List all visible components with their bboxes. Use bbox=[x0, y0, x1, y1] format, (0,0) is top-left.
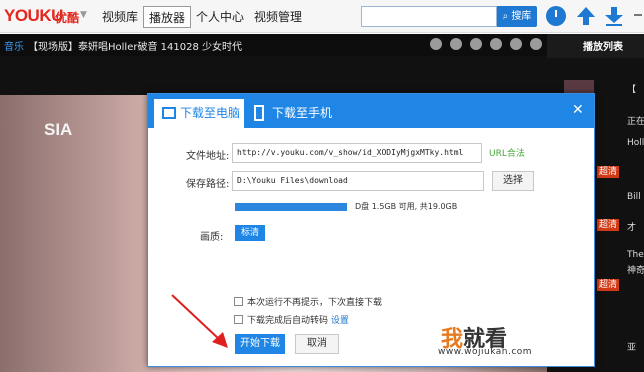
save-path-field[interactable]: D:\Youku Files\download bbox=[232, 171, 484, 191]
auto-transcode-label: 下载完成后自动转码 设置 bbox=[247, 313, 349, 326]
logo-dropdown-icon[interactable]: ▼ bbox=[80, 10, 87, 20]
video-title: 【现场版】泰妍唱Holler破音 141028 少女时代 bbox=[28, 42, 242, 53]
nav-player[interactable]: 播放器 bbox=[143, 6, 192, 28]
cancel-button[interactable]: 取消 bbox=[295, 334, 339, 354]
share-icon[interactable] bbox=[470, 38, 482, 50]
url-status: URL合法 bbox=[489, 149, 525, 159]
start-download-button[interactable]: 开始下载 bbox=[235, 334, 285, 354]
minimize-icon[interactable] bbox=[634, 14, 642, 16]
phone-icon bbox=[254, 105, 264, 121]
search-icon: ⌕ bbox=[502, 11, 509, 22]
upload-icon[interactable] bbox=[576, 6, 596, 26]
close-icon[interactable]: ✕ bbox=[572, 102, 584, 118]
youku-app: YOUKU 优酷 ▼ 视频库 播放器 个人中心 视频管理 ⌕ 搜库 音乐 【现场… bbox=[0, 0, 644, 372]
playlist-item-text: The bbox=[627, 250, 644, 260]
playlist-item-text: 正在 bbox=[627, 117, 644, 127]
youku-logo-cn: 优酷 bbox=[55, 11, 80, 25]
fullscreen-icon[interactable] bbox=[510, 38, 522, 50]
path-label: 保存路径: bbox=[186, 179, 230, 190]
hd-badge: 超清 bbox=[597, 166, 620, 178]
nav-video-management[interactable]: 视频管理 bbox=[249, 6, 307, 28]
tab-download-to-pc-label: 下载至电脑 bbox=[180, 106, 241, 120]
hd-badge: 超清 bbox=[597, 219, 620, 231]
search-input[interactable] bbox=[361, 6, 497, 27]
monitor-icon bbox=[162, 107, 176, 119]
nav-video-library[interactable]: 视频库 bbox=[97, 6, 143, 28]
playlist-title: 播放列表 bbox=[583, 42, 623, 53]
search-button[interactable]: ⌕ 搜库 bbox=[497, 6, 537, 27]
playlist-item-text: Holl bbox=[627, 138, 644, 148]
download-icon[interactable] bbox=[604, 6, 624, 26]
playlist-item-text: 才 bbox=[627, 223, 637, 233]
tab-download-to-phone[interactable]: 下载至手机 bbox=[246, 99, 336, 128]
quality-label: 画质: bbox=[200, 232, 224, 243]
transcode-settings-link[interactable]: 设置 bbox=[331, 316, 349, 326]
hd-badge: 超清 bbox=[597, 279, 620, 291]
playlist-item-text: 亚 bbox=[627, 343, 637, 353]
search-button-label: 搜库 bbox=[511, 11, 532, 22]
url-field[interactable]: http://v.youku.com/v_show/id_XODIyMjgxMT… bbox=[232, 143, 482, 163]
quality-option[interactable]: 标清 bbox=[235, 225, 265, 241]
playlist-item-text: 神奇 bbox=[627, 266, 644, 276]
playlist-item-text: Bill bbox=[627, 192, 641, 202]
watermark-url: www.wojiukan.com bbox=[438, 347, 533, 357]
settings-icon[interactable] bbox=[490, 38, 502, 50]
tab-download-to-phone-label: 下载至手机 bbox=[272, 106, 333, 120]
bulb-icon[interactable] bbox=[450, 38, 462, 50]
video-category[interactable]: 音乐 bbox=[4, 38, 24, 53]
browse-button[interactable]: 选择 bbox=[492, 171, 534, 191]
pin-icon[interactable] bbox=[430, 38, 442, 50]
playlist-item-text: 【 bbox=[627, 85, 637, 95]
channel-watermark: SIA bbox=[44, 120, 73, 139]
disk-info: D盘 1.5GB 可用, 共19.0GB bbox=[355, 202, 458, 211]
tab-download-to-pc[interactable]: 下载至电脑 bbox=[154, 99, 244, 128]
close-player-icon[interactable] bbox=[530, 38, 542, 50]
history-clock-icon[interactable] bbox=[546, 6, 566, 26]
auto-transcode-text: 下载完成后自动转码 bbox=[247, 316, 329, 326]
no-prompt-label: 本次运行不再提示，下次直接下载 bbox=[247, 298, 383, 308]
top-nav: 视频库 播放器 个人中心 视频管理 bbox=[97, 6, 307, 28]
annotation-arrow-icon bbox=[171, 294, 228, 348]
disk-usage-bar bbox=[235, 203, 347, 211]
url-label: 文件地址: bbox=[186, 151, 230, 162]
nav-personal-center[interactable]: 个人中心 bbox=[191, 6, 249, 28]
